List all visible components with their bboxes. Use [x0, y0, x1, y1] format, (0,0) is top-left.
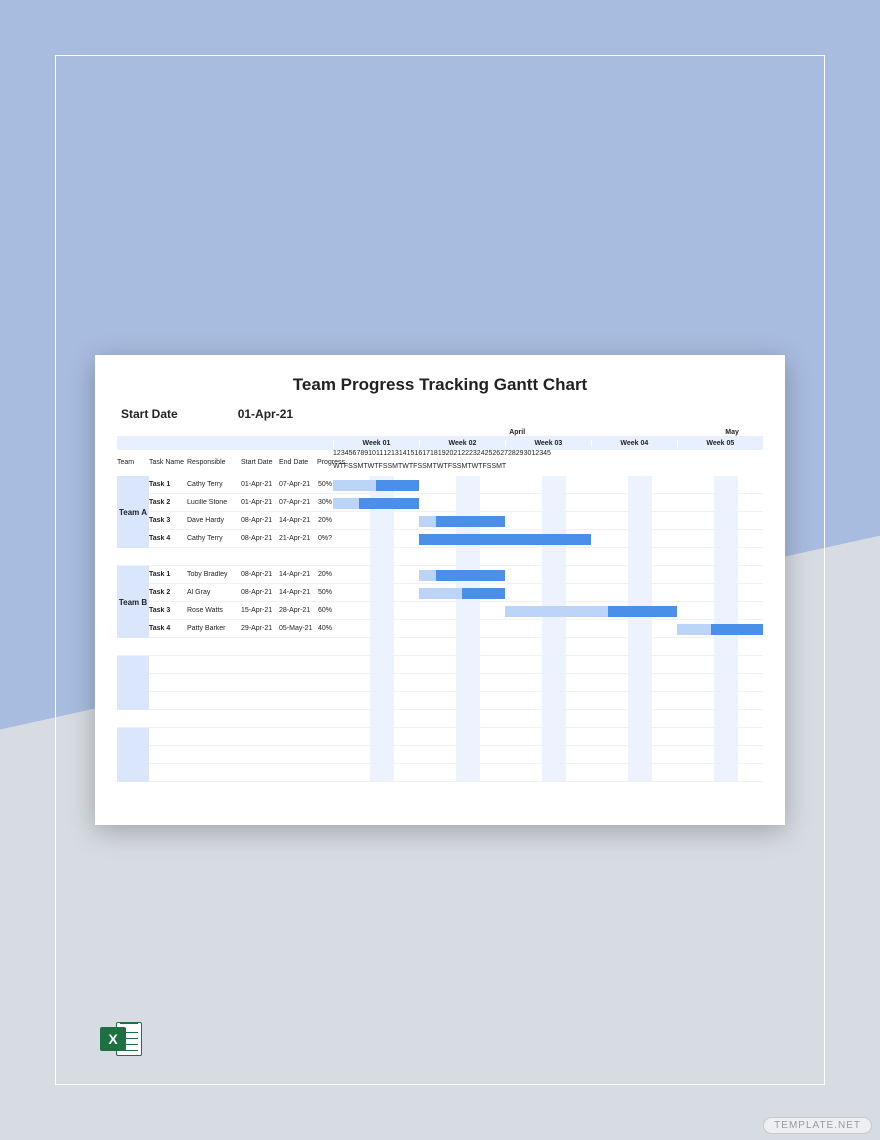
spacer-row	[117, 548, 333, 566]
gantt-bar-progress	[419, 588, 462, 599]
gantt-bar-progress	[505, 606, 608, 617]
task-row: Task 4Cathy Terry08-Apr-2121-Apr-210%?	[117, 530, 333, 548]
week-label: Week 04	[591, 440, 677, 447]
month-label: April	[333, 429, 701, 436]
dow-letter: W	[437, 463, 444, 476]
day-number: 30	[524, 450, 532, 463]
empty-row	[117, 674, 333, 692]
task-row: Task 3Rose Watts15-Apr-2128-Apr-2160%	[117, 602, 333, 620]
task-row: Task 4Patty Barker29-Apr-2105-May-2140%	[117, 620, 333, 638]
gantt-bar-progress	[419, 516, 436, 527]
day-number: 23	[469, 450, 477, 463]
day-number: 20	[446, 450, 454, 463]
task-row: Task 1Cathy Terry01-Apr-2107-Apr-2150%	[117, 476, 333, 494]
gantt-bar	[419, 570, 505, 581]
week-label: Week 01	[333, 440, 419, 447]
gantt-sheet: AprilMay Week 01Week 02Week 03Week 04Wee…	[117, 429, 763, 782]
column-header: Task Name	[149, 450, 187, 463]
day-number: 21	[453, 450, 461, 463]
day-number: 27	[500, 450, 508, 463]
gantt-bar	[505, 606, 677, 617]
gantt-bar	[677, 624, 763, 635]
day-number: 12	[383, 450, 391, 463]
dow-letter: W	[333, 463, 340, 476]
day-number: 29	[516, 450, 524, 463]
gantt-bar	[419, 516, 505, 527]
empty-row	[117, 728, 333, 746]
excel-icon: X	[100, 1018, 142, 1060]
dow-letter: T	[502, 463, 506, 476]
document-preview: Team Progress Tracking Gantt Chart Start…	[95, 355, 785, 825]
day-number: 19	[438, 450, 446, 463]
gantt-body: Task 1Cathy Terry01-Apr-2107-Apr-2150%Ta…	[117, 476, 763, 782]
day-number: 11	[376, 450, 383, 463]
gantt-bar	[419, 588, 505, 599]
day-number: 18	[430, 450, 438, 463]
task-row: Task 2Lucille Stone01-Apr-2107-Apr-2130%	[117, 494, 333, 512]
header-days: TeamTask NameResponsibleStart DateEnd Da…	[117, 450, 763, 463]
empty-row	[117, 638, 333, 656]
day-number: 24	[477, 450, 485, 463]
team-label: Team B	[117, 566, 149, 638]
day-number: 16	[414, 450, 422, 463]
day-number: 14	[399, 450, 407, 463]
gantt-bar-progress	[419, 570, 436, 581]
start-date-row: Start Date 01-Apr-21	[121, 407, 763, 421]
task-row: Task 3Dave Hardy08-Apr-2114-Apr-2120%	[117, 512, 333, 530]
day-number: 15	[407, 450, 415, 463]
excel-badge: X	[100, 1027, 126, 1051]
day-number: 28	[508, 450, 516, 463]
chart-title: Team Progress Tracking Gantt Chart	[117, 375, 763, 395]
empty-row	[117, 710, 333, 728]
empty-row	[117, 692, 333, 710]
gantt-bar	[333, 498, 419, 509]
team-label-blank	[117, 656, 149, 710]
column-header: Start Date	[241, 450, 279, 463]
header-months: AprilMay	[117, 429, 763, 436]
empty-row	[117, 746, 333, 764]
day-number: 25	[485, 450, 493, 463]
team-label: Team A	[117, 476, 149, 548]
day-number: 10	[368, 450, 376, 463]
day-number: 13	[391, 450, 399, 463]
column-header: Responsible	[187, 450, 241, 463]
day-number: 17	[422, 450, 430, 463]
day-number: 26	[492, 450, 500, 463]
dow-letter: W	[402, 463, 409, 476]
dow-letter: W	[368, 463, 375, 476]
empty-row	[117, 764, 333, 782]
gantt-bar	[333, 480, 419, 491]
header-weeks: Week 01Week 02Week 03Week 04Week 05	[117, 436, 763, 450]
watermark: TEMPLATE.NET	[763, 1117, 872, 1134]
day-number: 5	[547, 450, 551, 463]
column-header: Progress	[317, 450, 333, 463]
gantt-bar-progress	[677, 624, 711, 635]
task-row: Task 2Al Gray08-Apr-2114-Apr-2150%	[117, 584, 333, 602]
gantt-bar-progress	[333, 498, 359, 509]
empty-row	[117, 656, 333, 674]
week-label: Week 05	[677, 440, 763, 447]
week-label: Week 03	[505, 440, 591, 447]
week-label: Week 02	[419, 440, 505, 447]
column-header: End Date	[279, 450, 317, 463]
header-dow: WTFSSMTWTFSSMTWTFSSMTWTFSSMTWTFSSMT	[117, 463, 763, 476]
start-date-label: Start Date	[121, 407, 178, 421]
column-header: Team	[117, 450, 149, 463]
gantt-bar-progress	[333, 480, 376, 491]
gantt-bar	[419, 534, 591, 545]
start-date-value: 01-Apr-21	[238, 407, 293, 421]
day-number: 22	[461, 450, 469, 463]
month-label: May	[701, 429, 762, 436]
task-row: Task 1Toby Bradley08-Apr-2114-Apr-2120%	[117, 566, 333, 584]
dow-letter: W	[472, 463, 479, 476]
team-label-blank	[117, 728, 149, 782]
